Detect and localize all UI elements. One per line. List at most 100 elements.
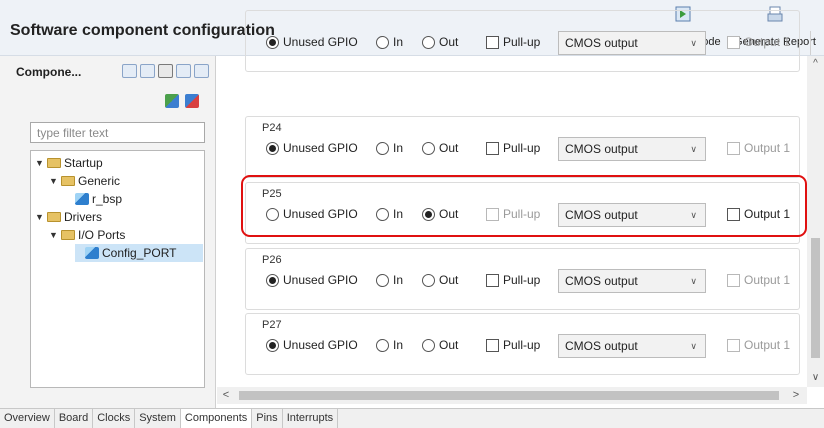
tree-item-generic[interactable]: ▼ Generic xyxy=(49,172,120,190)
option-label: In xyxy=(393,273,404,287)
in-radio[interactable]: In xyxy=(376,273,403,287)
tree-view-icon[interactable] xyxy=(122,64,137,78)
unused-gpio-radio[interactable]: Unused GPIO xyxy=(266,35,358,49)
out-radio[interactable]: Out xyxy=(422,141,458,155)
output-type-select[interactable]: CMOS output ∨ xyxy=(558,334,706,358)
in-radio[interactable]: In xyxy=(376,338,403,352)
option-label: Pull-up xyxy=(503,35,541,49)
tab-clocks[interactable]: Clocks xyxy=(93,409,136,428)
out-radio[interactable]: Out xyxy=(422,273,458,287)
pin-settings-row: Unused GPIO In Out Pull-up CMOS output ∨ Outpu… xyxy=(266,31,811,55)
vertical-scroll-thumb[interactable] xyxy=(811,238,820,358)
tree-item-label: Drivers xyxy=(64,210,102,224)
out-radio[interactable]: Out xyxy=(422,35,458,49)
list-view-icon[interactable] xyxy=(140,64,155,78)
tab-overview[interactable]: Overview xyxy=(0,409,55,428)
scroll-up-icon[interactable]: ^ xyxy=(807,58,824,72)
tree-item-startup[interactable]: ▼ Startup xyxy=(35,154,103,172)
remove-component-icon[interactable] xyxy=(185,94,199,108)
radio-icon[interactable] xyxy=(376,35,389,49)
checkbox-icon[interactable] xyxy=(486,141,499,155)
checkbox-icon[interactable] xyxy=(486,35,499,49)
chevron-down-icon: ∨ xyxy=(690,276,697,286)
tree-item-r-bsp[interactable]: r_bsp xyxy=(75,190,122,208)
pin-group: Unused GPIO In Out Pull-up CMOS output ∨ Outpu… xyxy=(245,10,811,72)
filter-input[interactable] xyxy=(30,122,205,143)
chevron-down-icon[interactable]: ▼ xyxy=(49,176,59,186)
chevron-down-icon[interactable]: ▼ xyxy=(49,230,59,240)
option-label: In xyxy=(393,141,404,155)
radio-icon[interactable] xyxy=(422,338,435,352)
radio-icon[interactable] xyxy=(266,338,279,352)
output-type-select[interactable]: CMOS output ∨ xyxy=(558,137,706,161)
radio-icon[interactable] xyxy=(376,273,389,287)
option-label: Unused GPIO xyxy=(283,35,358,49)
radio-icon[interactable] xyxy=(422,141,435,155)
horizontal-scroll-thumb[interactable] xyxy=(239,391,779,400)
checkbox-icon[interactable] xyxy=(486,273,499,287)
checkbox-icon xyxy=(727,338,740,352)
pull-up-checkbox[interactable]: Pull-up xyxy=(486,35,540,49)
tab-board[interactable]: Board xyxy=(55,409,94,428)
option-label: Output 1 xyxy=(744,35,791,49)
checkbox-icon[interactable] xyxy=(486,338,499,352)
scroll-left-icon[interactable]: < xyxy=(219,387,233,404)
bottom-tab-bar: Overview Board Clocks System Components Pins I… xyxy=(0,408,824,428)
radio-icon[interactable] xyxy=(266,273,279,287)
output1-checkbox: Output 1 xyxy=(727,273,790,287)
tree-item-label: r_bsp xyxy=(92,192,123,206)
chevron-down-icon: ∨ xyxy=(690,38,697,48)
pin-settings-row: Unused GPIO In Out Pull-up CMOS output ∨ Outpu… xyxy=(266,137,811,161)
output-type-select[interactable]: CMOS output ∨ xyxy=(558,31,706,55)
pin-settings-row: Unused GPIO In Out Pull-up CMOS output ∨ Outpu… xyxy=(266,334,811,358)
unused-gpio-radio[interactable]: Unused GPIO xyxy=(266,338,358,352)
highlight-box xyxy=(241,175,807,237)
in-radio[interactable]: In xyxy=(376,35,403,49)
option-label: Output 1 xyxy=(744,273,791,287)
tree-item-config-port[interactable]: Config_PORT xyxy=(75,244,203,262)
output-type-value: CMOS output xyxy=(565,36,638,50)
radio-icon[interactable] xyxy=(266,35,279,49)
tab-components[interactable]: Components xyxy=(180,408,253,428)
chevron-down-icon[interactable]: ▼ xyxy=(35,158,45,168)
tab-interrupts[interactable]: Interrupts xyxy=(283,409,339,428)
add-component-icon[interactable] xyxy=(165,94,179,108)
radio-icon[interactable] xyxy=(376,141,389,155)
option-label: Unused GPIO xyxy=(283,141,358,155)
output-type-select[interactable]: CMOS output ∨ xyxy=(558,269,706,293)
option-label: Unused GPIO xyxy=(283,273,358,287)
out-radio[interactable]: Out xyxy=(422,338,458,352)
radio-icon[interactable] xyxy=(422,273,435,287)
radio-icon[interactable] xyxy=(422,35,435,49)
vertical-scrollbar[interactable]: ^ ∨ xyxy=(807,56,824,387)
chevron-down-icon: ∨ xyxy=(690,341,697,351)
output-type-value: CMOS output xyxy=(565,142,638,156)
pull-up-checkbox[interactable]: Pull-up xyxy=(486,141,540,155)
component-actions xyxy=(165,94,199,108)
component-tree: ▼ Startup ▼ Generic r_bsp ▼ Drivers ▼ I/… xyxy=(30,150,205,388)
option-label: Pull-up xyxy=(503,141,541,155)
in-radio[interactable]: In xyxy=(376,141,403,155)
tree-item-io-ports[interactable]: ▼ I/O Ports xyxy=(49,226,125,244)
pull-up-checkbox[interactable]: Pull-up xyxy=(486,273,540,287)
option-label: In xyxy=(393,35,404,49)
expand-all-icon[interactable] xyxy=(194,64,209,78)
pull-up-checkbox[interactable]: Pull-up xyxy=(486,338,540,352)
radio-icon[interactable] xyxy=(266,141,279,155)
option-label: Unused GPIO xyxy=(283,338,358,352)
unused-gpio-radio[interactable]: Unused GPIO xyxy=(266,273,358,287)
sort-icon[interactable] xyxy=(158,64,173,78)
option-label: In xyxy=(393,338,404,352)
scroll-down-icon[interactable]: ∨ xyxy=(807,372,824,386)
horizontal-scrollbar[interactable]: < > xyxy=(217,387,807,404)
radio-icon[interactable] xyxy=(376,338,389,352)
output-type-value: CMOS output xyxy=(565,274,638,288)
collapse-all-icon[interactable] xyxy=(176,64,191,78)
tree-item-drivers[interactable]: ▼ Drivers xyxy=(35,208,102,226)
scroll-right-icon[interactable]: > xyxy=(789,387,803,404)
tab-system[interactable]: System xyxy=(135,409,181,428)
option-label: Out xyxy=(439,141,459,155)
chevron-down-icon[interactable]: ▼ xyxy=(35,212,45,222)
unused-gpio-radio[interactable]: Unused GPIO xyxy=(266,141,358,155)
tab-pins[interactable]: Pins xyxy=(252,409,283,428)
